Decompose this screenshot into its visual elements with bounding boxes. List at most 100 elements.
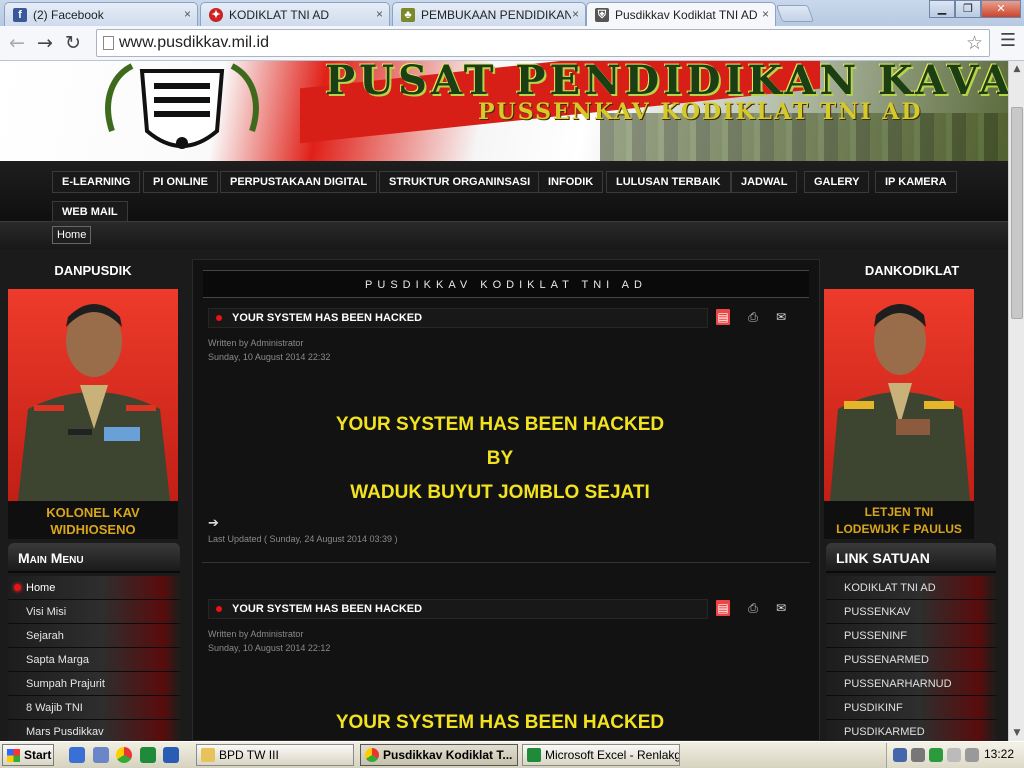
main-menu-title: Main Menu bbox=[8, 543, 180, 573]
article-title[interactable]: YOUR SYSTEM HAS BEEN HACKED bbox=[208, 308, 708, 328]
nav-jadwal[interactable]: JADWAL bbox=[731, 171, 798, 193]
pdf-icon[interactable]: ▤ bbox=[716, 309, 730, 325]
menu-item-8-wajib-tni[interactable]: 8 Wajib TNI bbox=[8, 696, 180, 720]
maximize-icon[interactable]: ❐ bbox=[955, 0, 981, 18]
close-icon[interactable]: × bbox=[184, 7, 191, 21]
tab-pembukaan[interactable]: ♣ PEMBUKAAN PENDIDIKAN DI × bbox=[392, 2, 586, 26]
menu-item-visi-misi[interactable]: Visi Misi bbox=[8, 600, 180, 624]
nav-struktur-organisasi[interactable]: STRUKTUR ORGANINSASI bbox=[379, 171, 541, 193]
danpusdik-heading: DANPUSDIK bbox=[54, 263, 132, 278]
article-last-updated: Last Updated ( Sunday, 24 August 2014 03… bbox=[208, 534, 398, 544]
reload-icon[interactable]: ↻ bbox=[60, 30, 86, 56]
banner-title: PUSAT PENDIDIKAN KAVAL bbox=[325, 61, 1008, 104]
tab-pusdikkav[interactable]: ⛨ Pusdikkav Kodiklat TNI AD × bbox=[586, 2, 776, 27]
chrome-icon bbox=[365, 748, 379, 762]
close-icon[interactable]: × bbox=[762, 7, 769, 21]
caption-rank: LETJEN TNI bbox=[864, 505, 934, 519]
nav-perpustakaan-digital[interactable]: PERPUSTAKAAN DIGITAL bbox=[220, 171, 378, 193]
taskbar-item-excel[interactable]: Microsoft Excel - Renlakg... bbox=[522, 744, 680, 766]
scrollbar-thumb[interactable] bbox=[1011, 107, 1023, 319]
read-more-arrow-icon[interactable]: ➔ bbox=[208, 516, 219, 531]
scroll-up-icon[interactable]: ▲ bbox=[1009, 61, 1024, 77]
tab-facebook[interactable]: f (2) Facebook × bbox=[4, 2, 198, 26]
breadcrumb: Home bbox=[0, 221, 1008, 249]
ie-icon[interactable] bbox=[69, 747, 85, 763]
menu-item-sapta-marga[interactable]: Sapta Marga bbox=[8, 648, 180, 672]
browser-menu-icon[interactable]: ☰ bbox=[1000, 30, 1016, 51]
link-pusseninf[interactable]: PUSSENINF bbox=[826, 624, 996, 648]
scroll-down-icon[interactable]: ▼ bbox=[1009, 725, 1024, 741]
link-satuan-title: LINK SATUAN bbox=[826, 543, 996, 573]
tab-kodiklat[interactable]: ✦ KODIKLAT TNI AD × bbox=[200, 2, 390, 26]
caption-name: LODEWIJK F PAULUS bbox=[836, 522, 962, 536]
nav-infodik[interactable]: INFODIK bbox=[538, 171, 604, 193]
taskbar-item-folder[interactable]: BPD TW III bbox=[196, 744, 354, 766]
window-close-icon[interactable]: ✕ bbox=[981, 0, 1021, 18]
system-tray: 13:22 bbox=[886, 743, 1024, 768]
caption-name: WIDHIOSENO bbox=[50, 522, 136, 537]
nav-ip-kamera[interactable]: IP KAMERA bbox=[875, 171, 957, 193]
bookmark-star-icon[interactable]: ☆ bbox=[966, 32, 983, 54]
breadcrumb-home[interactable]: Home bbox=[52, 226, 92, 244]
start-button[interactable]: Start bbox=[2, 744, 54, 766]
forward-arrow-icon[interactable]: → bbox=[32, 30, 58, 56]
excel-icon[interactable] bbox=[140, 747, 156, 763]
minimize-icon[interactable]: ▁ bbox=[929, 0, 955, 18]
article-author: Written by Administrator bbox=[208, 338, 304, 348]
menu-label: Sejarah bbox=[26, 630, 64, 642]
nav-pi-online[interactable]: PI ONLINE bbox=[143, 171, 219, 193]
nav-galery[interactable]: GALERY bbox=[804, 171, 870, 193]
dankodiklat-portrait bbox=[824, 289, 974, 501]
article-title[interactable]: YOUR SYSTEM HAS BEEN HACKED bbox=[208, 599, 708, 619]
link-pussenarmed[interactable]: PUSSENARMED bbox=[826, 648, 996, 672]
email-icon[interactable]: ✉ bbox=[774, 309, 788, 325]
print-icon[interactable]: ⎙ bbox=[746, 600, 760, 616]
page-viewport: PUSAT PENDIDIKAN KAVAL PUSSENKAV KODIKLA… bbox=[0, 61, 1008, 741]
pdf-icon[interactable]: ▤ bbox=[716, 600, 730, 616]
new-tab-button[interactable] bbox=[775, 5, 815, 22]
nav-lulusan-terbaik[interactable]: LULUSAN TERBAIK bbox=[606, 171, 731, 193]
desktop-icon[interactable] bbox=[93, 747, 109, 763]
menu-item-mars-pusdikkav[interactable]: Mars Pusdikkav bbox=[8, 720, 180, 741]
link-pussenarharnud[interactable]: PUSSENARHARNUD bbox=[826, 672, 996, 696]
antivirus-icon[interactable] bbox=[929, 748, 943, 762]
menu-item-home[interactable]: Home bbox=[8, 576, 180, 600]
dankodiklat-heading: DANKODIKLAT bbox=[864, 263, 960, 278]
task-label: Pusdikkav Kodiklat T... bbox=[383, 748, 513, 762]
chrome-icon[interactable] bbox=[116, 747, 132, 763]
banner-subtitle: PUSSENKAV KODIKLAT TNI AD bbox=[478, 99, 923, 125]
link-kodiklat-tni-ad[interactable]: KODIKLAT TNI AD bbox=[826, 576, 996, 600]
menu-item-sumpah-prajurit[interactable]: Sumpah Prajurit bbox=[8, 672, 180, 696]
address-bar[interactable]: www.pusdikkav.mil.id ☆ bbox=[96, 29, 990, 57]
link-pusdikinf[interactable]: PUSDIKINF bbox=[826, 696, 996, 720]
print-icon[interactable]: ⎙ bbox=[746, 309, 760, 325]
article: YOUR SYSTEM HAS BEEN HACKED ▤ ⎙ ✉ Writte… bbox=[208, 599, 808, 739]
close-icon[interactable]: × bbox=[376, 7, 383, 21]
taskbar-clock[interactable]: 13:22 bbox=[984, 747, 1014, 761]
back-arrow-icon[interactable]: ← bbox=[4, 30, 30, 56]
close-icon[interactable]: × bbox=[572, 7, 579, 21]
network-icon[interactable] bbox=[893, 748, 907, 762]
link-pussenkav[interactable]: PUSSENKAV bbox=[826, 600, 996, 624]
browser-toolbar: ← → ↻ www.pusdikkav.mil.id ☆ ☰ bbox=[0, 26, 1024, 61]
article-author: Written by Administrator bbox=[208, 629, 304, 639]
volume-icon[interactable] bbox=[965, 748, 979, 762]
excel-icon bbox=[527, 748, 541, 762]
menu-item-sejarah[interactable]: Sejarah bbox=[8, 624, 180, 648]
kodiklat-icon: ✦ bbox=[209, 8, 223, 22]
article-divider bbox=[202, 562, 810, 563]
nav-e-learning[interactable]: E-LEARNING bbox=[52, 171, 141, 193]
browser-tab-bar: f (2) Facebook × ✦ KODIKLAT TNI AD × ♣ P… bbox=[0, 0, 1024, 27]
taskbar-item-chrome[interactable]: Pusdikkav Kodiklat T... bbox=[360, 744, 518, 766]
email-icon[interactable]: ✉ bbox=[774, 600, 788, 616]
nav-web-mail[interactable]: WEB MAIL bbox=[52, 201, 128, 223]
bullet-icon bbox=[216, 606, 222, 612]
word-icon[interactable] bbox=[163, 747, 179, 763]
article-body-line1: YOUR SYSTEM HAS BEEN HACKED bbox=[335, 414, 665, 435]
link-pusdikarmed[interactable]: PUSDIKARMED bbox=[826, 720, 996, 741]
facebook-icon: f bbox=[13, 8, 27, 22]
page-scrollbar[interactable]: ▲ ▼ bbox=[1008, 61, 1024, 741]
tab-title: PEMBUKAAN PENDIDIKAN DI bbox=[421, 8, 571, 22]
device-icon[interactable] bbox=[947, 748, 961, 762]
clock-tray-icon[interactable] bbox=[911, 748, 925, 762]
